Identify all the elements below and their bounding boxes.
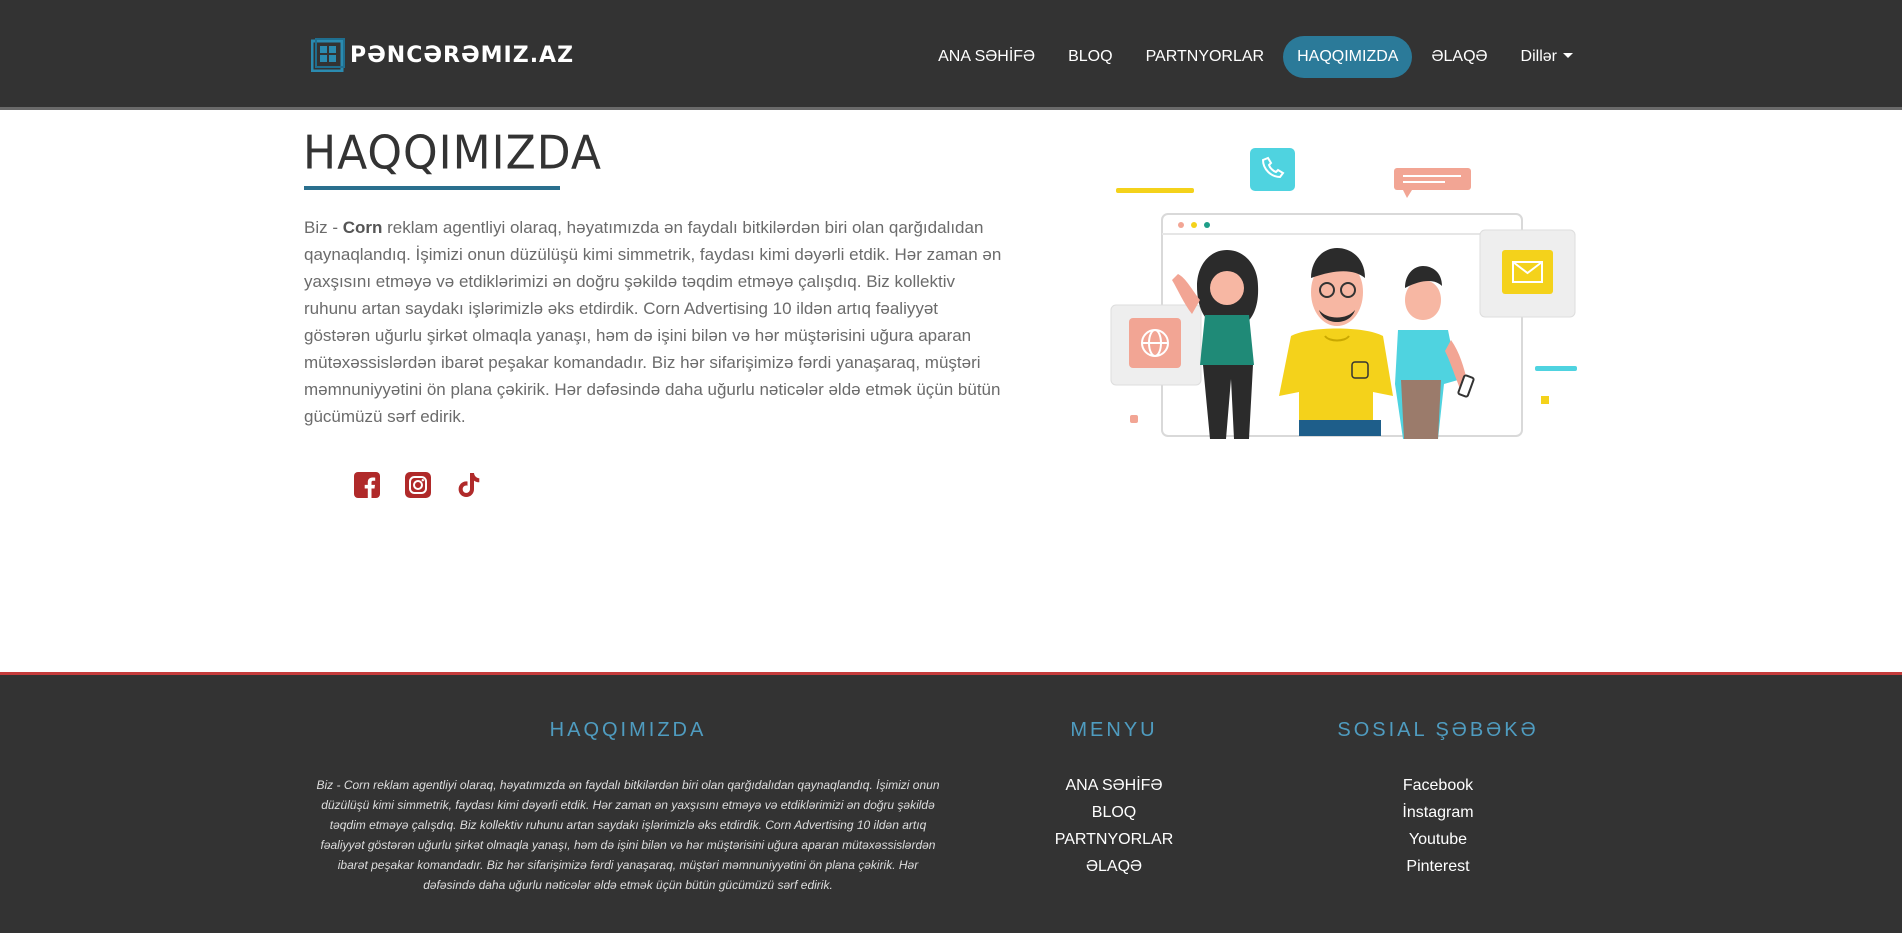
footer-about-text: Biz - Corn reklam agentliyi olaraq, həya… [316, 778, 940, 892]
footer-social-instagram[interactable]: İnstagram [1338, 799, 1538, 826]
main-nav: ANA SƏHİFƏ BLOQ PARTNYORLAR HAQQIMIZDA Ə… [919, 36, 1587, 78]
tiktok-icon[interactable] [455, 471, 483, 499]
footer-social-list: Facebook İnstagram Youtube Pinterest [1338, 772, 1538, 880]
facebook-icon[interactable] [353, 471, 381, 499]
footer-social-youtube[interactable]: Youtube [1338, 826, 1538, 853]
footer-menu-home[interactable]: ANA SƏHİFƏ [1014, 772, 1214, 799]
footer-about-heading: HAQQIMIZDA [549, 719, 707, 741]
social-links [353, 471, 506, 499]
about-text: Biz - Corn reklam agentliyi olaraq, həya… [304, 214, 1004, 430]
nav-contact[interactable]: ƏLAQƏ [1417, 36, 1501, 78]
nav-about[interactable]: HAQQIMIZDA [1283, 36, 1413, 78]
site-header: PƏNCƏRƏMIZ.AZ ANA SƏHİFƏ BLOQ PARTNYORLA… [0, 0, 1902, 110]
title-underline [304, 186, 560, 190]
nav-blog[interactable]: BLOQ [1054, 36, 1126, 78]
footer-social-facebook[interactable]: Facebook [1338, 772, 1538, 799]
logo-text: PƏNCƏRƏMIZ.AZ [350, 42, 575, 68]
footer-social-pinterest[interactable]: Pinterest [1338, 853, 1538, 880]
language-dropdown[interactable]: Dillər [1507, 36, 1587, 78]
about-text-lead: Biz - [304, 218, 343, 237]
instagram-icon[interactable] [404, 471, 432, 499]
footer-menu-heading: MENYU [1070, 719, 1158, 741]
window-logo-icon [311, 38, 345, 72]
team-illustration [1110, 148, 1577, 439]
nav-partners[interactable]: PARTNYORLAR [1132, 36, 1279, 78]
page-title: HAQQIMIZDA [303, 126, 602, 181]
language-dropdown-label: Dillər [1520, 48, 1557, 65]
site-logo[interactable]: PƏNCƏRƏMIZ.AZ [311, 38, 574, 72]
footer-social-heading: SOSIAL ŞƏBƏKƏ [1337, 719, 1539, 741]
footer-menu-partners[interactable]: PARTNYORLAR [1014, 826, 1214, 853]
about-text-body: reklam agentliyi olaraq, həyatımızda ən … [304, 218, 1002, 426]
nav-home[interactable]: ANA SƏHİFƏ [924, 36, 1049, 78]
footer-menu-contact[interactable]: ƏLAQƏ [1014, 853, 1214, 880]
caret-down-icon [1563, 53, 1573, 58]
about-text-brand: Corn [342, 218, 383, 237]
site-footer: HAQQIMIZDA Biz - Corn reklam agentliyi o… [0, 672, 1902, 933]
footer-menu-blog[interactable]: BLOQ [1014, 799, 1214, 826]
footer-menu: ANA SƏHİFƏ BLOQ PARTNYORLAR ƏLAQƏ [1014, 772, 1214, 880]
